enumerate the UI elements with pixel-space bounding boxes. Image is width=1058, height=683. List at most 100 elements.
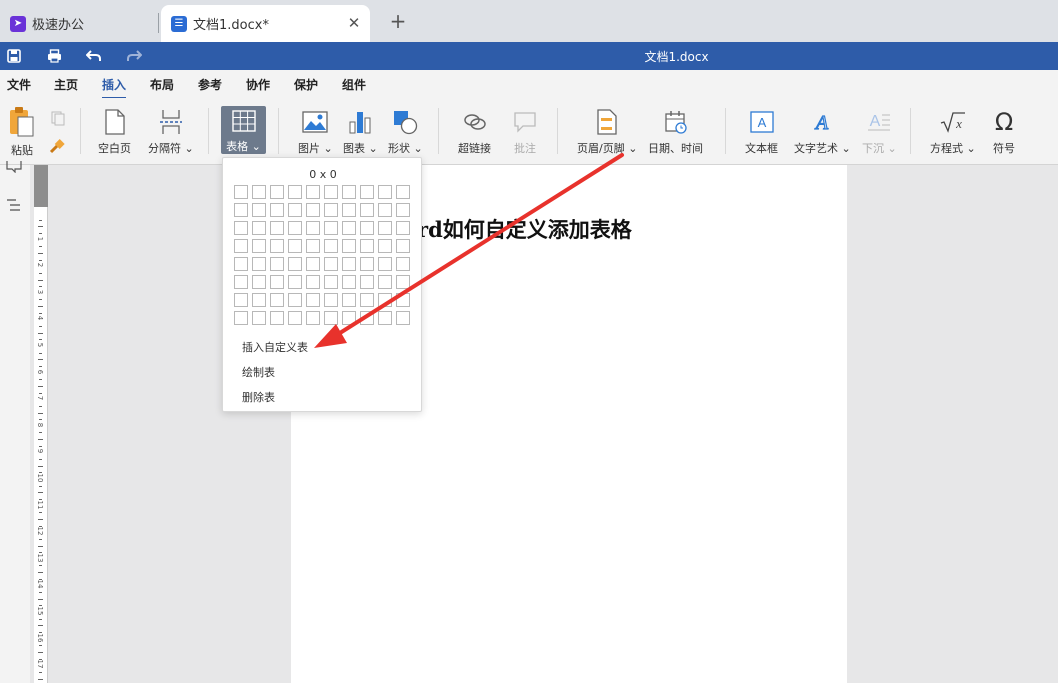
tab-document[interactable]: ☰ 文档1.docx* ✕	[161, 5, 370, 42]
draw-table-item[interactable]: 绘制表	[242, 364, 275, 380]
grid-cell[interactable]	[288, 239, 302, 253]
grid-cell[interactable]	[306, 311, 320, 325]
shape-button[interactable]: 形状 ⌄	[388, 108, 423, 156]
grid-cell[interactable]	[342, 293, 356, 307]
grid-cell[interactable]	[378, 221, 392, 235]
grid-cell[interactable]	[360, 221, 374, 235]
grid-cell[interactable]	[252, 185, 266, 199]
grid-cell[interactable]	[288, 203, 302, 217]
header-footer-button[interactable]: 页眉/页脚 ⌄	[577, 108, 637, 156]
grid-cell[interactable]	[306, 239, 320, 253]
grid-cell[interactable]	[270, 203, 284, 217]
grid-cell[interactable]	[378, 275, 392, 289]
grid-cell[interactable]	[234, 185, 248, 199]
grid-cell[interactable]	[378, 203, 392, 217]
grid-cell[interactable]	[360, 257, 374, 271]
grid-cell[interactable]	[342, 275, 356, 289]
close-icon[interactable]: ✕	[346, 15, 362, 31]
grid-cell[interactable]	[342, 185, 356, 199]
menu-layout[interactable]: 布局	[150, 76, 174, 93]
grid-cell[interactable]	[306, 257, 320, 271]
grid-cell[interactable]	[288, 311, 302, 325]
grid-cell[interactable]	[270, 275, 284, 289]
grid-cell[interactable]	[288, 185, 302, 199]
grid-cell[interactable]	[324, 293, 338, 307]
grid-cell[interactable]	[306, 221, 320, 235]
grid-cell[interactable]	[396, 257, 410, 271]
grid-cell[interactable]	[234, 221, 248, 235]
grid-cell[interactable]	[252, 239, 266, 253]
grid-cell[interactable]	[378, 239, 392, 253]
grid-cell[interactable]	[378, 311, 392, 325]
navigation-icon[interactable]	[7, 199, 21, 211]
grid-cell[interactable]	[288, 293, 302, 307]
grid-cell[interactable]	[306, 185, 320, 199]
datetime-button[interactable]: 日期、时间	[648, 108, 703, 156]
grid-cell[interactable]	[324, 185, 338, 199]
image-button[interactable]: 图片 ⌄	[298, 108, 333, 156]
grid-cell[interactable]	[396, 203, 410, 217]
grid-cell[interactable]	[252, 221, 266, 235]
grid-cell[interactable]	[234, 239, 248, 253]
insert-custom-table-item[interactable]: 插入自定义表	[242, 339, 308, 355]
table-button[interactable]: 表格 ⌄	[221, 106, 266, 154]
grid-cell[interactable]	[396, 221, 410, 235]
hyperlink-button[interactable]: 超链接	[458, 108, 491, 156]
grid-cell[interactable]	[378, 293, 392, 307]
grid-cell[interactable]	[324, 275, 338, 289]
tab-speed-office[interactable]: ➤ 极速办公	[0, 5, 158, 42]
menu-components[interactable]: 组件	[342, 76, 366, 93]
menu-references[interactable]: 参考	[198, 76, 222, 93]
grid-cell[interactable]	[234, 293, 248, 307]
grid-cell[interactable]	[378, 185, 392, 199]
vertical-ruler[interactable]: 1 2 3 4 5 6 7 8 9 10 11 12 13 14 15 16 17	[34, 165, 48, 683]
grid-cell[interactable]	[396, 293, 410, 307]
comment-panel-icon[interactable]	[6, 161, 22, 174]
grid-cell[interactable]	[252, 257, 266, 271]
grid-cell[interactable]	[360, 311, 374, 325]
paste-button[interactable]: 粘贴	[8, 107, 36, 158]
textbox-button[interactable]: A 文本框	[745, 108, 778, 156]
grid-cell[interactable]	[342, 257, 356, 271]
grid-cell[interactable]	[306, 275, 320, 289]
grid-cell[interactable]	[234, 203, 248, 217]
new-tab-button[interactable]: +	[388, 9, 408, 33]
grid-cell[interactable]	[360, 239, 374, 253]
grid-cell[interactable]	[396, 275, 410, 289]
grid-cell[interactable]	[306, 203, 320, 217]
grid-cell[interactable]	[324, 203, 338, 217]
grid-cell[interactable]	[342, 311, 356, 325]
grid-cell[interactable]	[360, 275, 374, 289]
dropcap-button[interactable]: A 下沉 ⌄	[862, 108, 897, 156]
grid-cell[interactable]	[234, 311, 248, 325]
grid-cell[interactable]	[288, 275, 302, 289]
grid-cell[interactable]	[396, 185, 410, 199]
grid-cell[interactable]	[252, 275, 266, 289]
grid-cell[interactable]	[324, 311, 338, 325]
menu-file[interactable]: 文件	[7, 76, 31, 93]
equation-button[interactable]: x 方程式 ⌄	[930, 108, 976, 156]
grid-cell[interactable]	[360, 185, 374, 199]
grid-cell[interactable]	[270, 257, 284, 271]
comment-button[interactable]: 批注	[511, 108, 539, 156]
delete-table-item[interactable]: 删除表	[242, 389, 275, 405]
chart-button[interactable]: 图表 ⌄	[343, 108, 378, 156]
grid-cell[interactable]	[270, 293, 284, 307]
grid-cell[interactable]	[252, 311, 266, 325]
grid-cell[interactable]	[360, 293, 374, 307]
grid-cell[interactable]	[378, 257, 392, 271]
grid-cell[interactable]	[252, 203, 266, 217]
grid-cell[interactable]	[306, 293, 320, 307]
grid-cell[interactable]	[252, 293, 266, 307]
grid-cell[interactable]	[342, 239, 356, 253]
menu-home[interactable]: 主页	[54, 76, 78, 93]
grid-cell[interactable]	[342, 221, 356, 235]
menu-protect[interactable]: 保护	[294, 76, 318, 93]
copy-icon[interactable]	[50, 110, 66, 126]
grid-cell[interactable]	[288, 257, 302, 271]
grid-cell[interactable]	[324, 221, 338, 235]
grid-cell[interactable]	[270, 221, 284, 235]
symbol-button[interactable]: Ω 符号	[990, 108, 1018, 156]
grid-cell[interactable]	[396, 239, 410, 253]
separator-button[interactable]: 分隔符 ⌄	[148, 108, 194, 156]
